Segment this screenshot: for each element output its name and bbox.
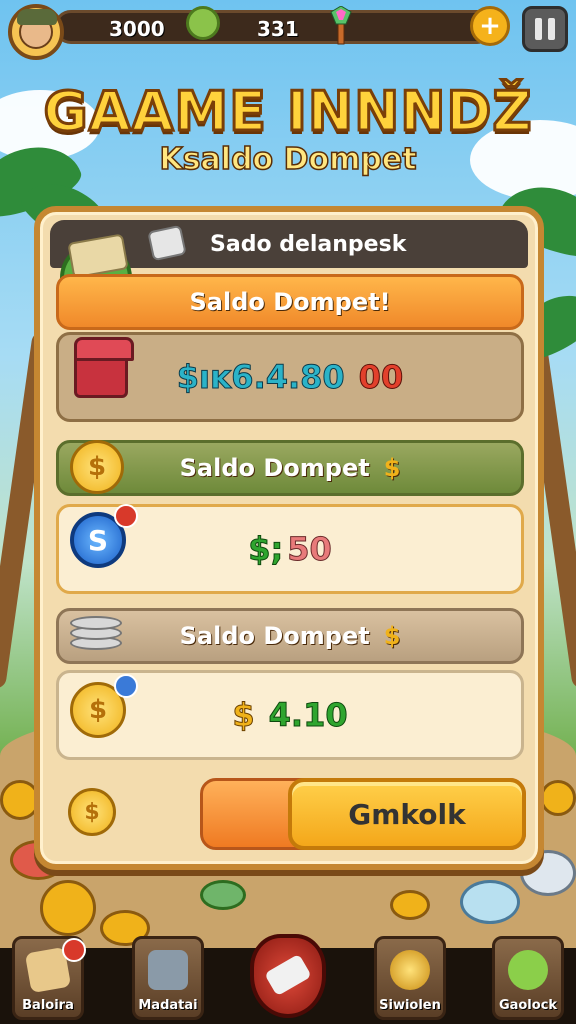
wallet-value-extra: 50 bbox=[287, 530, 333, 569]
pause-button[interactable] bbox=[522, 6, 568, 52]
cash-stack-icon bbox=[147, 224, 187, 262]
game-title: GAAME INNNDŽ bbox=[42, 79, 533, 145]
gold-coin-icon: $ bbox=[70, 440, 124, 494]
coin-icon bbox=[186, 6, 220, 40]
notification-badge bbox=[62, 938, 86, 962]
wallet-value-main: $; bbox=[248, 530, 284, 569]
notification-badge bbox=[114, 504, 138, 528]
coins-value: 3000 bbox=[109, 17, 165, 41]
wallet-row-banner: Saldo Dompet! bbox=[56, 274, 524, 330]
dollar-icon: $ bbox=[383, 622, 401, 650]
wallet-panel: Sado delanpesk Saldo Dompet! $ıĸ6.4.80 0… bbox=[34, 206, 544, 870]
game-subtitle: Ksaldo Dompet bbox=[159, 141, 418, 178]
pause-icon-bar bbox=[548, 18, 555, 40]
nav-item-gaolock[interactable]: Gaolock bbox=[492, 936, 564, 1020]
notification-badge bbox=[114, 674, 138, 698]
wallet-value-extra: 00 bbox=[358, 358, 404, 397]
panel-header-title: Sado delanpesk bbox=[210, 232, 407, 257]
nav-item-label: Gaolock bbox=[498, 998, 558, 1013]
wallet-value-extra: 4.10 bbox=[268, 696, 348, 735]
wallet-row-banner: Saldo Dompet $ bbox=[56, 440, 524, 496]
wallet-row-label: Saldo Dompet bbox=[179, 622, 370, 650]
gold-coin-icon: $ bbox=[68, 788, 116, 836]
background-coin bbox=[540, 780, 576, 816]
resource-bar: 3000 331 bbox=[54, 10, 494, 44]
wallet-value-main: $ıĸ6.4.80 bbox=[176, 358, 345, 397]
background-coin bbox=[460, 880, 520, 924]
pause-icon-bar bbox=[535, 18, 542, 40]
plus-icon: + bbox=[479, 11, 501, 41]
character-icon bbox=[508, 950, 548, 990]
confirm-button-label: Gmkolk bbox=[348, 797, 466, 831]
wallet-row-banner: Saldo Dompet $ bbox=[56, 608, 524, 664]
wallet-row-label: Saldo Dompet bbox=[179, 454, 370, 482]
dollar-icon: $ bbox=[383, 454, 401, 482]
nav-item-label: Siwiolen bbox=[379, 998, 441, 1013]
wallet-value-main: $ bbox=[232, 696, 255, 735]
torch-icon bbox=[330, 6, 352, 45]
player-avatar[interactable] bbox=[8, 4, 64, 60]
shield-icon[interactable] bbox=[250, 934, 326, 1018]
chest-icon bbox=[74, 337, 134, 398]
background-coin bbox=[40, 880, 96, 936]
nav-item-madatai[interactable]: Madatai bbox=[132, 936, 204, 1020]
top-bar: 3000 331 + bbox=[0, 0, 576, 64]
add-currency-button[interactable]: + bbox=[470, 6, 510, 46]
nav-item-label: Baloira bbox=[22, 998, 74, 1013]
background-coin bbox=[200, 880, 246, 910]
confirm-button[interactable]: Gmkolk bbox=[288, 778, 526, 850]
backpack-icon bbox=[148, 950, 188, 990]
silver-coin-stack-icon bbox=[70, 612, 122, 652]
coin-icon bbox=[390, 950, 430, 990]
avatar-face-icon bbox=[17, 9, 57, 49]
gems-value: 331 bbox=[257, 17, 299, 41]
bottom-navigation: Baloira Madatai Siwiolen Gaolock bbox=[0, 934, 576, 1024]
nav-item-label: Madatai bbox=[138, 998, 198, 1013]
wallet-row-label: Saldo Dompet! bbox=[189, 288, 391, 316]
background-coin bbox=[390, 890, 430, 920]
nav-item-siwiolen[interactable]: Siwiolen bbox=[374, 936, 446, 1020]
